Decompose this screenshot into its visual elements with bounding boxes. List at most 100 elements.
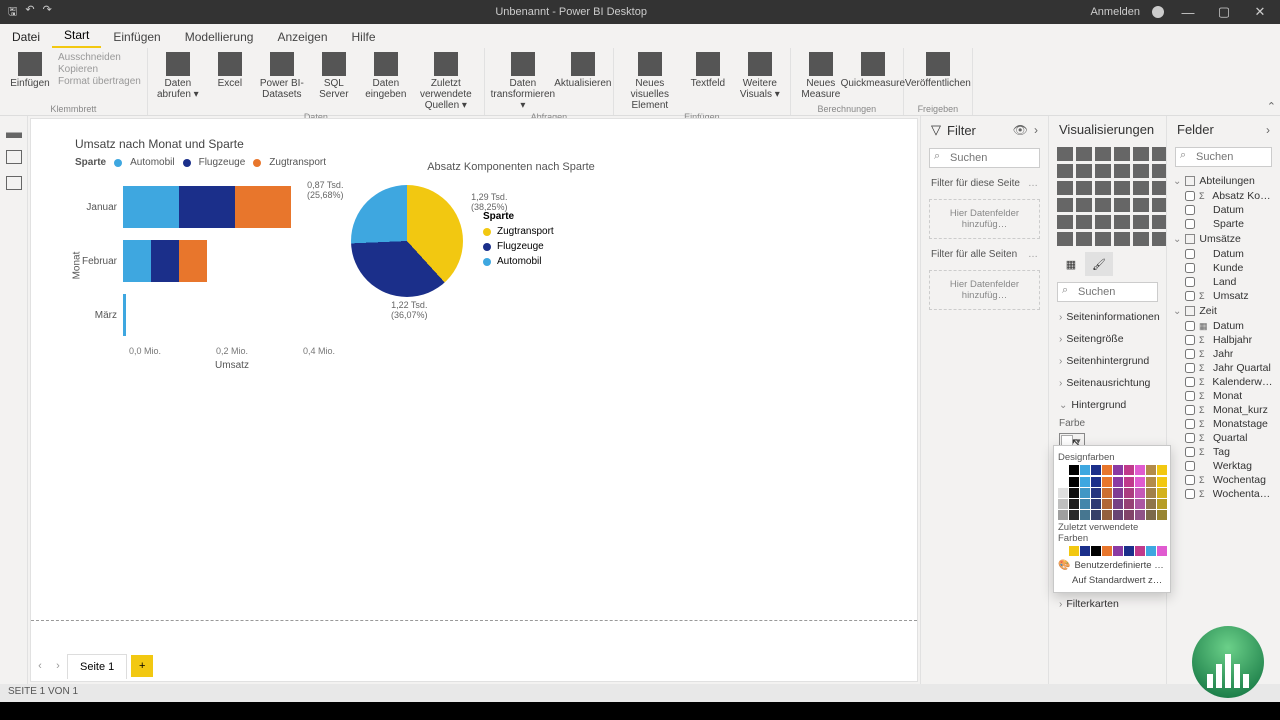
- field-row[interactable]: ▦Datum: [1171, 319, 1276, 333]
- nav-data-icon[interactable]: [6, 150, 22, 164]
- viz-type-icon[interactable]: [1095, 198, 1111, 212]
- viz-type-icon[interactable]: [1076, 215, 1092, 229]
- minimize-button[interactable]: —: [1176, 5, 1200, 20]
- tab-einfuegen[interactable]: Einfügen: [101, 26, 172, 48]
- section-seitenausrichtung[interactable]: Seitenausrichtung: [1049, 372, 1166, 394]
- field-row[interactable]: ΣTag: [1171, 445, 1276, 459]
- field-row[interactable]: ΣMonatstage: [1171, 417, 1276, 431]
- viz-type-icon[interactable]: [1095, 164, 1111, 178]
- viz-type-icon[interactable]: [1076, 181, 1092, 195]
- viz-type-icon[interactable]: [1133, 232, 1149, 246]
- viz-type-icon[interactable]: [1095, 147, 1111, 161]
- copy-button[interactable]: Kopieren: [58, 64, 141, 75]
- undo-icon[interactable]: ↶: [25, 3, 34, 22]
- recent-sources-button[interactable]: Zuletzt verwendete Quellen ▾: [414, 50, 478, 111]
- color-swatch[interactable]: [1069, 477, 1079, 487]
- field-row[interactable]: Kunde: [1171, 261, 1276, 275]
- field-row[interactable]: ΣMonat: [1171, 389, 1276, 403]
- filter-page-dropzone[interactable]: Hier Datenfelder hinzufüg…: [929, 199, 1040, 239]
- color-swatch[interactable]: [1069, 488, 1079, 498]
- viz-type-icon[interactable]: [1057, 215, 1073, 229]
- color-swatch[interactable]: [1080, 465, 1090, 475]
- section-hintergrund[interactable]: Hintergrund: [1049, 394, 1166, 416]
- color-swatch[interactable]: [1058, 510, 1068, 520]
- color-swatch[interactable]: [1091, 477, 1101, 487]
- viz-type-icon[interactable]: [1076, 164, 1092, 178]
- viz-search-input[interactable]: [1057, 282, 1158, 302]
- color-swatch[interactable]: [1058, 465, 1068, 475]
- color-swatch[interactable]: [1069, 546, 1079, 556]
- viz-type-icon[interactable]: [1057, 164, 1073, 178]
- color-swatch[interactable]: [1091, 510, 1101, 520]
- format-painter-button[interactable]: Format übertragen: [58, 76, 141, 87]
- page-tab[interactable]: Seite 1: [67, 654, 127, 679]
- new-visual-button[interactable]: Neues visuelles Element: [620, 50, 680, 111]
- viz-type-icon[interactable]: [1076, 198, 1092, 212]
- field-row[interactable]: ΣUmsatz: [1171, 289, 1276, 303]
- field-row[interactable]: ΣJahr: [1171, 347, 1276, 361]
- filter-search-input[interactable]: [929, 148, 1040, 168]
- tab-file[interactable]: Datei: [0, 26, 52, 48]
- filter-eye-icon[interactable]: 👁: [1013, 123, 1028, 137]
- color-swatch[interactable]: [1058, 499, 1068, 509]
- nav-report-icon[interactable]: [6, 124, 22, 138]
- nav-model-icon[interactable]: [6, 176, 22, 190]
- color-swatch[interactable]: [1113, 465, 1123, 475]
- field-row[interactable]: Land: [1171, 275, 1276, 289]
- maximize-button[interactable]: ▢: [1212, 4, 1236, 20]
- viz-type-icon[interactable]: [1114, 215, 1130, 229]
- color-swatch[interactable]: [1124, 488, 1134, 498]
- viz-type-icon[interactable]: [1076, 147, 1092, 161]
- color-swatch[interactable]: [1069, 510, 1079, 520]
- viz-type-icon[interactable]: [1095, 215, 1111, 229]
- redo-icon[interactable]: ↷: [43, 3, 52, 22]
- color-swatch[interactable]: [1058, 488, 1068, 498]
- color-swatch[interactable]: [1146, 488, 1156, 498]
- transform-data-button[interactable]: Daten transformieren ▾: [491, 50, 555, 111]
- viz-type-icon[interactable]: [1133, 198, 1149, 212]
- viz-type-icon[interactable]: [1133, 164, 1149, 178]
- page-prev-button[interactable]: ‹: [31, 660, 49, 672]
- color-swatch[interactable]: [1135, 510, 1145, 520]
- viz-type-icon[interactable]: [1114, 232, 1130, 246]
- publish-button[interactable]: Veröffentlichen: [910, 50, 966, 89]
- report-canvas[interactable]: Umsatz nach Monat und Sparte Sparte Auto…: [30, 118, 918, 682]
- color-swatch[interactable]: [1113, 546, 1123, 556]
- add-page-button[interactable]: +: [131, 655, 153, 677]
- textbox-button[interactable]: Textfeld: [684, 50, 732, 89]
- color-swatch[interactable]: [1146, 477, 1156, 487]
- color-swatch[interactable]: [1146, 510, 1156, 520]
- avatar[interactable]: [1152, 6, 1164, 18]
- new-measure-button[interactable]: Neues Measure: [797, 50, 845, 100]
- pbi-datasets-button[interactable]: Power BI-Datasets: [258, 50, 306, 100]
- section-seitengroesse[interactable]: Seitengröße: [1049, 328, 1166, 350]
- filter-page-more-icon[interactable]: …: [1028, 178, 1038, 189]
- close-button[interactable]: ✕: [1248, 4, 1272, 20]
- table-row[interactable]: Umsätze: [1171, 231, 1276, 247]
- ribbon-collapse-icon[interactable]: ⌃: [1267, 100, 1276, 113]
- excel-button[interactable]: Excel: [206, 50, 254, 89]
- color-swatch[interactable]: [1135, 488, 1145, 498]
- viz-type-icon[interactable]: [1133, 181, 1149, 195]
- field-row[interactable]: ΣHalbjahr: [1171, 333, 1276, 347]
- color-swatch[interactable]: [1113, 510, 1123, 520]
- tab-hilfe[interactable]: Hilfe: [340, 26, 388, 48]
- section-filterkarten[interactable]: Filterkarten: [1049, 593, 1166, 615]
- field-row[interactable]: ΣKalenderwo…: [1171, 375, 1276, 389]
- fields-tab-icon[interactable]: ▦: [1057, 252, 1085, 276]
- color-swatch[interactable]: [1157, 546, 1167, 556]
- color-swatch[interactable]: [1080, 477, 1090, 487]
- bar-chart-visual[interactable]: Umsatz nach Monat und Sparte Sparte Auto…: [75, 137, 335, 390]
- color-swatch[interactable]: [1091, 465, 1101, 475]
- color-swatch[interactable]: [1080, 499, 1090, 509]
- signin-link[interactable]: Anmelden: [1090, 6, 1140, 18]
- color-swatch[interactable]: [1124, 465, 1134, 475]
- field-row[interactable]: ΣWochentag: [1171, 473, 1276, 487]
- color-swatch[interactable]: [1157, 477, 1167, 487]
- pie-chart-visual[interactable]: Absatz Komponenten nach Sparte 1,29 Tsd.…: [351, 161, 671, 297]
- viz-type-icon[interactable]: [1095, 181, 1111, 195]
- fields-collapse-icon[interactable]: ›: [1266, 123, 1270, 137]
- color-swatch[interactable]: [1135, 477, 1145, 487]
- color-swatch[interactable]: [1135, 465, 1145, 475]
- color-swatch[interactable]: [1058, 546, 1068, 556]
